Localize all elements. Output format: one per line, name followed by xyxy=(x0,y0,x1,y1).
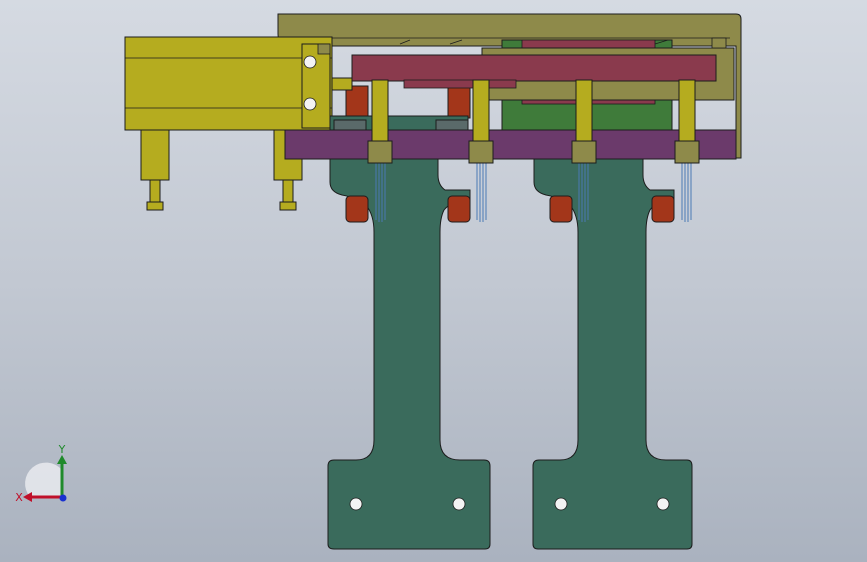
slider-rail xyxy=(351,54,717,82)
triad-quarter-disc xyxy=(25,462,62,497)
port-hole xyxy=(303,97,317,111)
x-axis-label: X xyxy=(15,491,23,504)
piston-rod xyxy=(331,77,353,91)
cylinder-foot xyxy=(279,201,297,211)
cylinder-leg-rod xyxy=(149,179,161,203)
red-stop xyxy=(447,195,471,223)
mounting-hole xyxy=(452,497,466,511)
mounting-hole xyxy=(554,497,568,511)
red-stop xyxy=(345,85,369,119)
y-axis-label: Y xyxy=(58,443,66,456)
gripper-arm[interactable] xyxy=(571,79,597,164)
port-hole xyxy=(303,55,317,69)
red-stop xyxy=(549,195,573,223)
y-axis-arrow-icon xyxy=(57,455,67,464)
slider-plate xyxy=(403,79,517,89)
cylinder-end-cap xyxy=(301,43,331,129)
x-axis-arrow-icon xyxy=(23,492,32,502)
pneumatic-cylinder[interactable] xyxy=(124,36,353,211)
cylinder-leg-rod xyxy=(282,179,294,203)
gripper-assembly-model[interactable] xyxy=(0,0,867,562)
mounting-hole xyxy=(656,497,670,511)
purple-rail[interactable] xyxy=(284,129,737,160)
cad-viewport[interactable]: Y X xyxy=(0,0,867,562)
z-axis-dot-icon xyxy=(59,494,67,502)
red-stop xyxy=(447,85,471,119)
gripper-arm[interactable] xyxy=(674,79,700,164)
gripper-arm[interactable] xyxy=(468,79,494,164)
cylinder-leg xyxy=(140,129,170,181)
cylinder-foot xyxy=(146,201,164,211)
mounting-hole xyxy=(349,497,363,511)
gripper-arm[interactable] xyxy=(367,79,393,164)
cylinder-body xyxy=(124,36,333,131)
red-stop xyxy=(651,195,675,223)
red-stop xyxy=(345,195,369,223)
axis-triad: Y X xyxy=(15,443,67,504)
